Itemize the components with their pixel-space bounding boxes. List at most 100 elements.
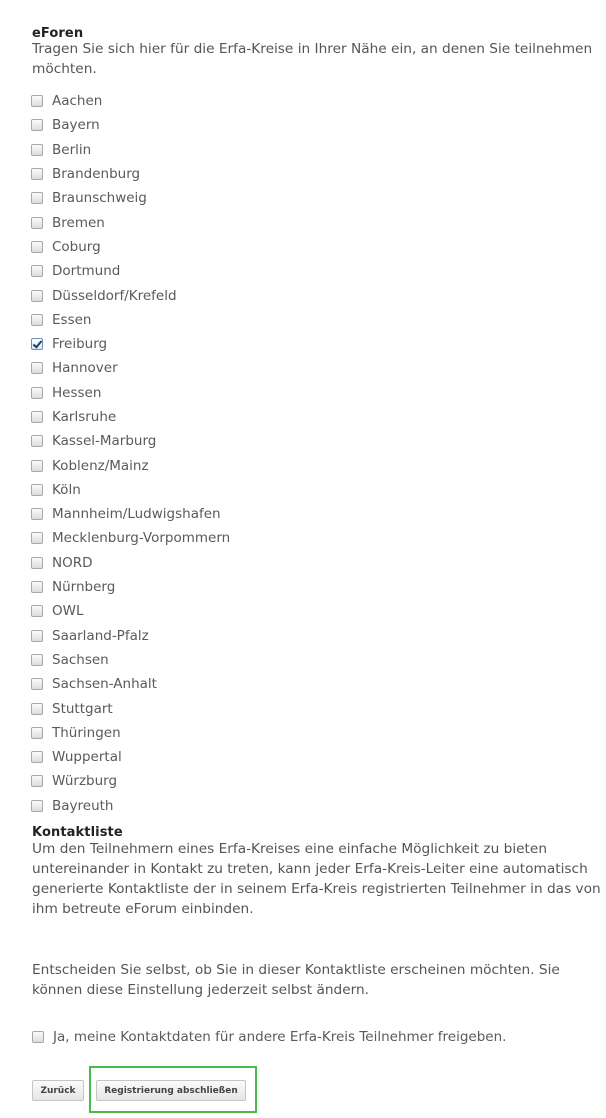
eforen-option[interactable]: Thüringen: [31, 721, 230, 745]
eforen-checkbox[interactable]: [31, 313, 43, 326]
eforen-checkbox[interactable]: [31, 435, 43, 448]
eforen-option[interactable]: Dortmund: [31, 259, 230, 283]
eforen-option-label: OWL: [52, 603, 84, 620]
eforen-option[interactable]: Karlsruhe: [31, 405, 230, 429]
eforen-option-label: Hannover: [52, 360, 118, 377]
complete-registration-button[interactable]: Registrierung abschließen: [96, 1080, 246, 1101]
eforen-checkbox[interactable]: [31, 338, 43, 351]
eforen-option[interactable]: Mecklenburg-Vorpommern: [31, 526, 230, 550]
eforen-intro: Tragen Sie sich hier für die Erfa-Kreise…: [32, 41, 593, 77]
eforen-option-label: Düsseldorf/Krefeld: [52, 287, 177, 304]
eforen-option-label: Karlsruhe: [52, 409, 117, 425]
eforen-option-label: Saarland-Pfalz: [52, 627, 149, 644]
eforen-option-label: Dortmund: [52, 263, 121, 280]
eforen-option-label: Thüringen: [52, 724, 121, 741]
eforen-option[interactable]: Wuppertal: [31, 745, 230, 769]
eforen-checkbox[interactable]: [31, 629, 43, 642]
eforen-checkbox[interactable]: [31, 95, 43, 108]
eforen-checkbox[interactable]: [31, 265, 43, 278]
eforen-option-label: Kassel-Marburg: [52, 433, 157, 450]
eforen-checkbox[interactable]: [31, 702, 43, 715]
eforen-option[interactable]: NORD: [31, 551, 230, 575]
eforen-checkbox[interactable]: [31, 556, 43, 569]
eforen-checkbox[interactable]: [31, 143, 43, 156]
eforen-option[interactable]: Sachsen: [31, 648, 230, 672]
eforen-option-label: Essen: [52, 311, 92, 328]
eforen-checkbox[interactable]: [31, 411, 43, 423]
consent-checkbox[interactable]: [32, 1031, 44, 1043]
eforen-checklist: Aachen Bayern Berlin Brandenburg Braunschwei…: [31, 89, 230, 818]
eforen-option-label: Bremen: [52, 214, 105, 231]
eforen-option[interactable]: Sachsen-Anhalt: [31, 672, 230, 696]
eforen-checkbox[interactable]: [31, 362, 43, 375]
eforen-option[interactable]: Hannover: [31, 356, 230, 380]
consent-checkbox-row[interactable]: Ja, meine Kontaktdaten für andere Erfa-K…: [32, 1029, 506, 1045]
eforen-option-label: Mannheim/Ludwigshafen: [52, 506, 221, 523]
eforen-checkbox[interactable]: [31, 532, 43, 545]
consent-label: Ja, meine Kontaktdaten für andere Erfa-K…: [53, 1029, 507, 1045]
eforen-option-label: Sachsen: [52, 651, 109, 668]
eforen-option[interactable]: Koblenz/Mainz: [31, 453, 230, 477]
eforen-option-label: Brandenburg: [52, 166, 141, 183]
eforen-option[interactable]: Mannheim/Ludwigshafen: [31, 502, 230, 526]
eforen-option-label: Koblenz/Mainz: [52, 457, 149, 474]
back-button[interactable]: Zurück: [32, 1080, 84, 1101]
eforen-option[interactable]: Bayern: [31, 113, 230, 137]
eforen-option-label: Hessen: [52, 384, 102, 401]
eforen-option-label: Stuttgart: [52, 700, 113, 717]
eforen-option[interactable]: OWL: [31, 599, 230, 623]
eforen-checkbox[interactable]: [31, 216, 43, 229]
eforen-option-label: Bayreuth: [52, 797, 114, 814]
eforen-option-label: Würzburg: [52, 773, 118, 790]
eforen-option[interactable]: Würzburg: [31, 769, 230, 793]
eforen-option-label: NORD: [52, 554, 93, 571]
eforen-checkbox[interactable]: [31, 775, 43, 788]
eforen-option[interactable]: Brandenburg: [31, 162, 230, 186]
eforen-option[interactable]: Aachen: [31, 89, 230, 113]
eforen-option[interactable]: Berlin: [31, 138, 230, 162]
eforen-checkbox[interactable]: [31, 386, 43, 399]
eforen-checkbox[interactable]: [31, 581, 43, 594]
eforen-option[interactable]: Nürnberg: [31, 575, 230, 599]
eforen-option-label: Köln: [52, 481, 81, 498]
eforen-checkbox[interactable]: [31, 168, 43, 181]
eforen-checkbox[interactable]: [31, 726, 43, 739]
eforen-option-label: Berlin: [52, 141, 92, 158]
eforen-option[interactable]: Hessen: [31, 381, 230, 405]
eforen-option-label: Mecklenburg-Vorpommern: [52, 530, 231, 547]
eforen-option[interactable]: Braunschweig: [31, 186, 230, 210]
eforen-checkbox[interactable]: [31, 605, 43, 618]
registration-page: eForen Tragen Sie sich hier für die Erfa…: [0, 0, 606, 1118]
eforen-option[interactable]: Bremen: [31, 210, 230, 234]
eforen-checkbox[interactable]: [31, 119, 43, 132]
eforen-checkbox[interactable]: [31, 289, 43, 302]
eforen-option-label: Wuppertal: [52, 749, 122, 766]
eforen-option[interactable]: Saarland-Pfalz: [31, 624, 230, 648]
eforen-checkbox[interactable]: [31, 678, 43, 691]
eforen-checkbox[interactable]: [31, 240, 43, 253]
eforen-option[interactable]: Kassel-Marburg: [31, 429, 230, 453]
eforen-option-label: Bayern: [52, 117, 100, 134]
eforen-checkbox[interactable]: [31, 751, 43, 764]
eforen-checkbox[interactable]: [31, 508, 43, 521]
eforen-checkbox[interactable]: [31, 799, 43, 812]
eforen-option-label: Aachen: [52, 93, 103, 110]
eforen-option[interactable]: Freiburg: [31, 332, 230, 356]
eforen-option-label: Sachsen-Anhalt: [52, 676, 157, 693]
eforen-option-label: Freiburg: [52, 336, 108, 353]
eforen-option-label: Nürnberg: [52, 579, 116, 596]
eforen-option[interactable]: Coburg: [31, 235, 230, 259]
eforen-checkbox[interactable]: [31, 653, 43, 666]
eforen-option[interactable]: Bayreuth: [31, 794, 230, 818]
eforen-option[interactable]: Stuttgart: [31, 696, 230, 720]
eforen-option[interactable]: Essen: [31, 308, 230, 332]
kontaktliste-paragraph-1: Um den Teilnehmern eines Erfa-Kreises ei…: [32, 841, 601, 917]
eforen-checkbox[interactable]: [31, 192, 43, 205]
eforen-checkbox[interactable]: [31, 459, 43, 472]
kontaktliste-title: Kontaktliste: [32, 825, 123, 840]
eforen-option-label: Braunschweig: [52, 190, 147, 207]
eforen-checkbox[interactable]: [31, 483, 43, 496]
kontaktliste-paragraph-2: Entscheiden Sie selbst, ob Sie in dieser…: [32, 962, 560, 998]
eforen-option[interactable]: Düsseldorf/Krefeld: [31, 283, 230, 307]
eforen-option[interactable]: Köln: [31, 478, 230, 502]
